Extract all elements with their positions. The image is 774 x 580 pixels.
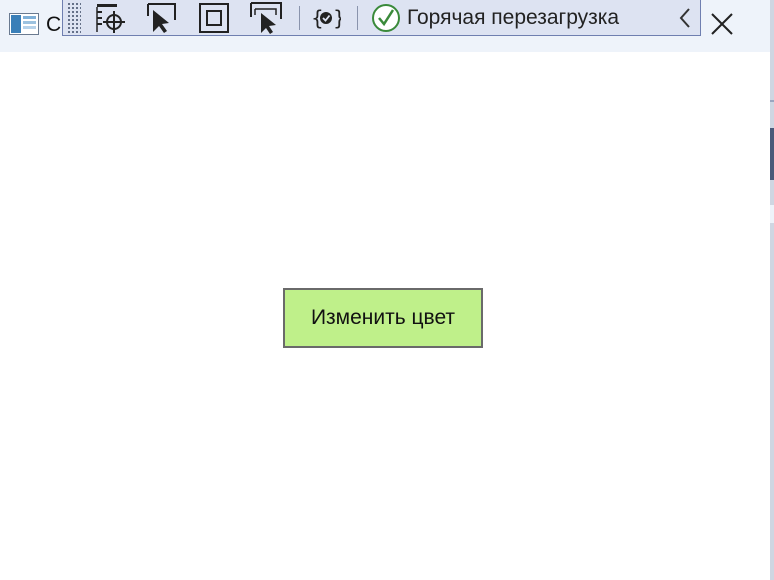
check-circle-icon [372,4,400,32]
xaml-runtime-toolbar: { } Горячая перезагрузка [62,0,701,36]
app-window-icon [9,13,39,35]
chevron-left-icon [679,8,690,28]
toolbar-separator [357,6,358,30]
window-close-button[interactable] [706,8,738,40]
display-layout-adorners-icon [199,3,229,33]
background-window-edge-mark [770,100,774,102]
background-window-edge-mark [770,128,774,180]
binding-failures-icon: { } [311,6,341,30]
close-icon [711,13,733,35]
hot-reload-label: Горячая перезагрузка [407,6,620,29]
background-window-edge [770,0,774,580]
window-content: Изменить цвет [0,52,770,580]
go-to-live-visual-tree-button[interactable] [93,0,127,36]
toolbar-separator [299,6,300,30]
svg-text:}: } [333,6,341,30]
go-to-live-visual-tree-icon [96,4,125,33]
binding-failures-button[interactable]: { } [311,0,341,36]
track-focused-element-button[interactable] [249,0,285,36]
hot-reload-button[interactable]: Горячая перезагрузка [371,0,619,36]
toolbar-drag-grip[interactable] [67,2,81,34]
track-focused-element-icon [250,2,282,34]
select-element-button[interactable] [145,0,179,36]
select-element-icon [147,3,176,33]
change-color-button[interactable]: Изменить цвет [283,288,483,348]
collapse-toolbar-button[interactable] [674,0,696,36]
background-window-edge-mark [770,205,774,223]
display-layout-adorners-button[interactable] [197,0,231,36]
